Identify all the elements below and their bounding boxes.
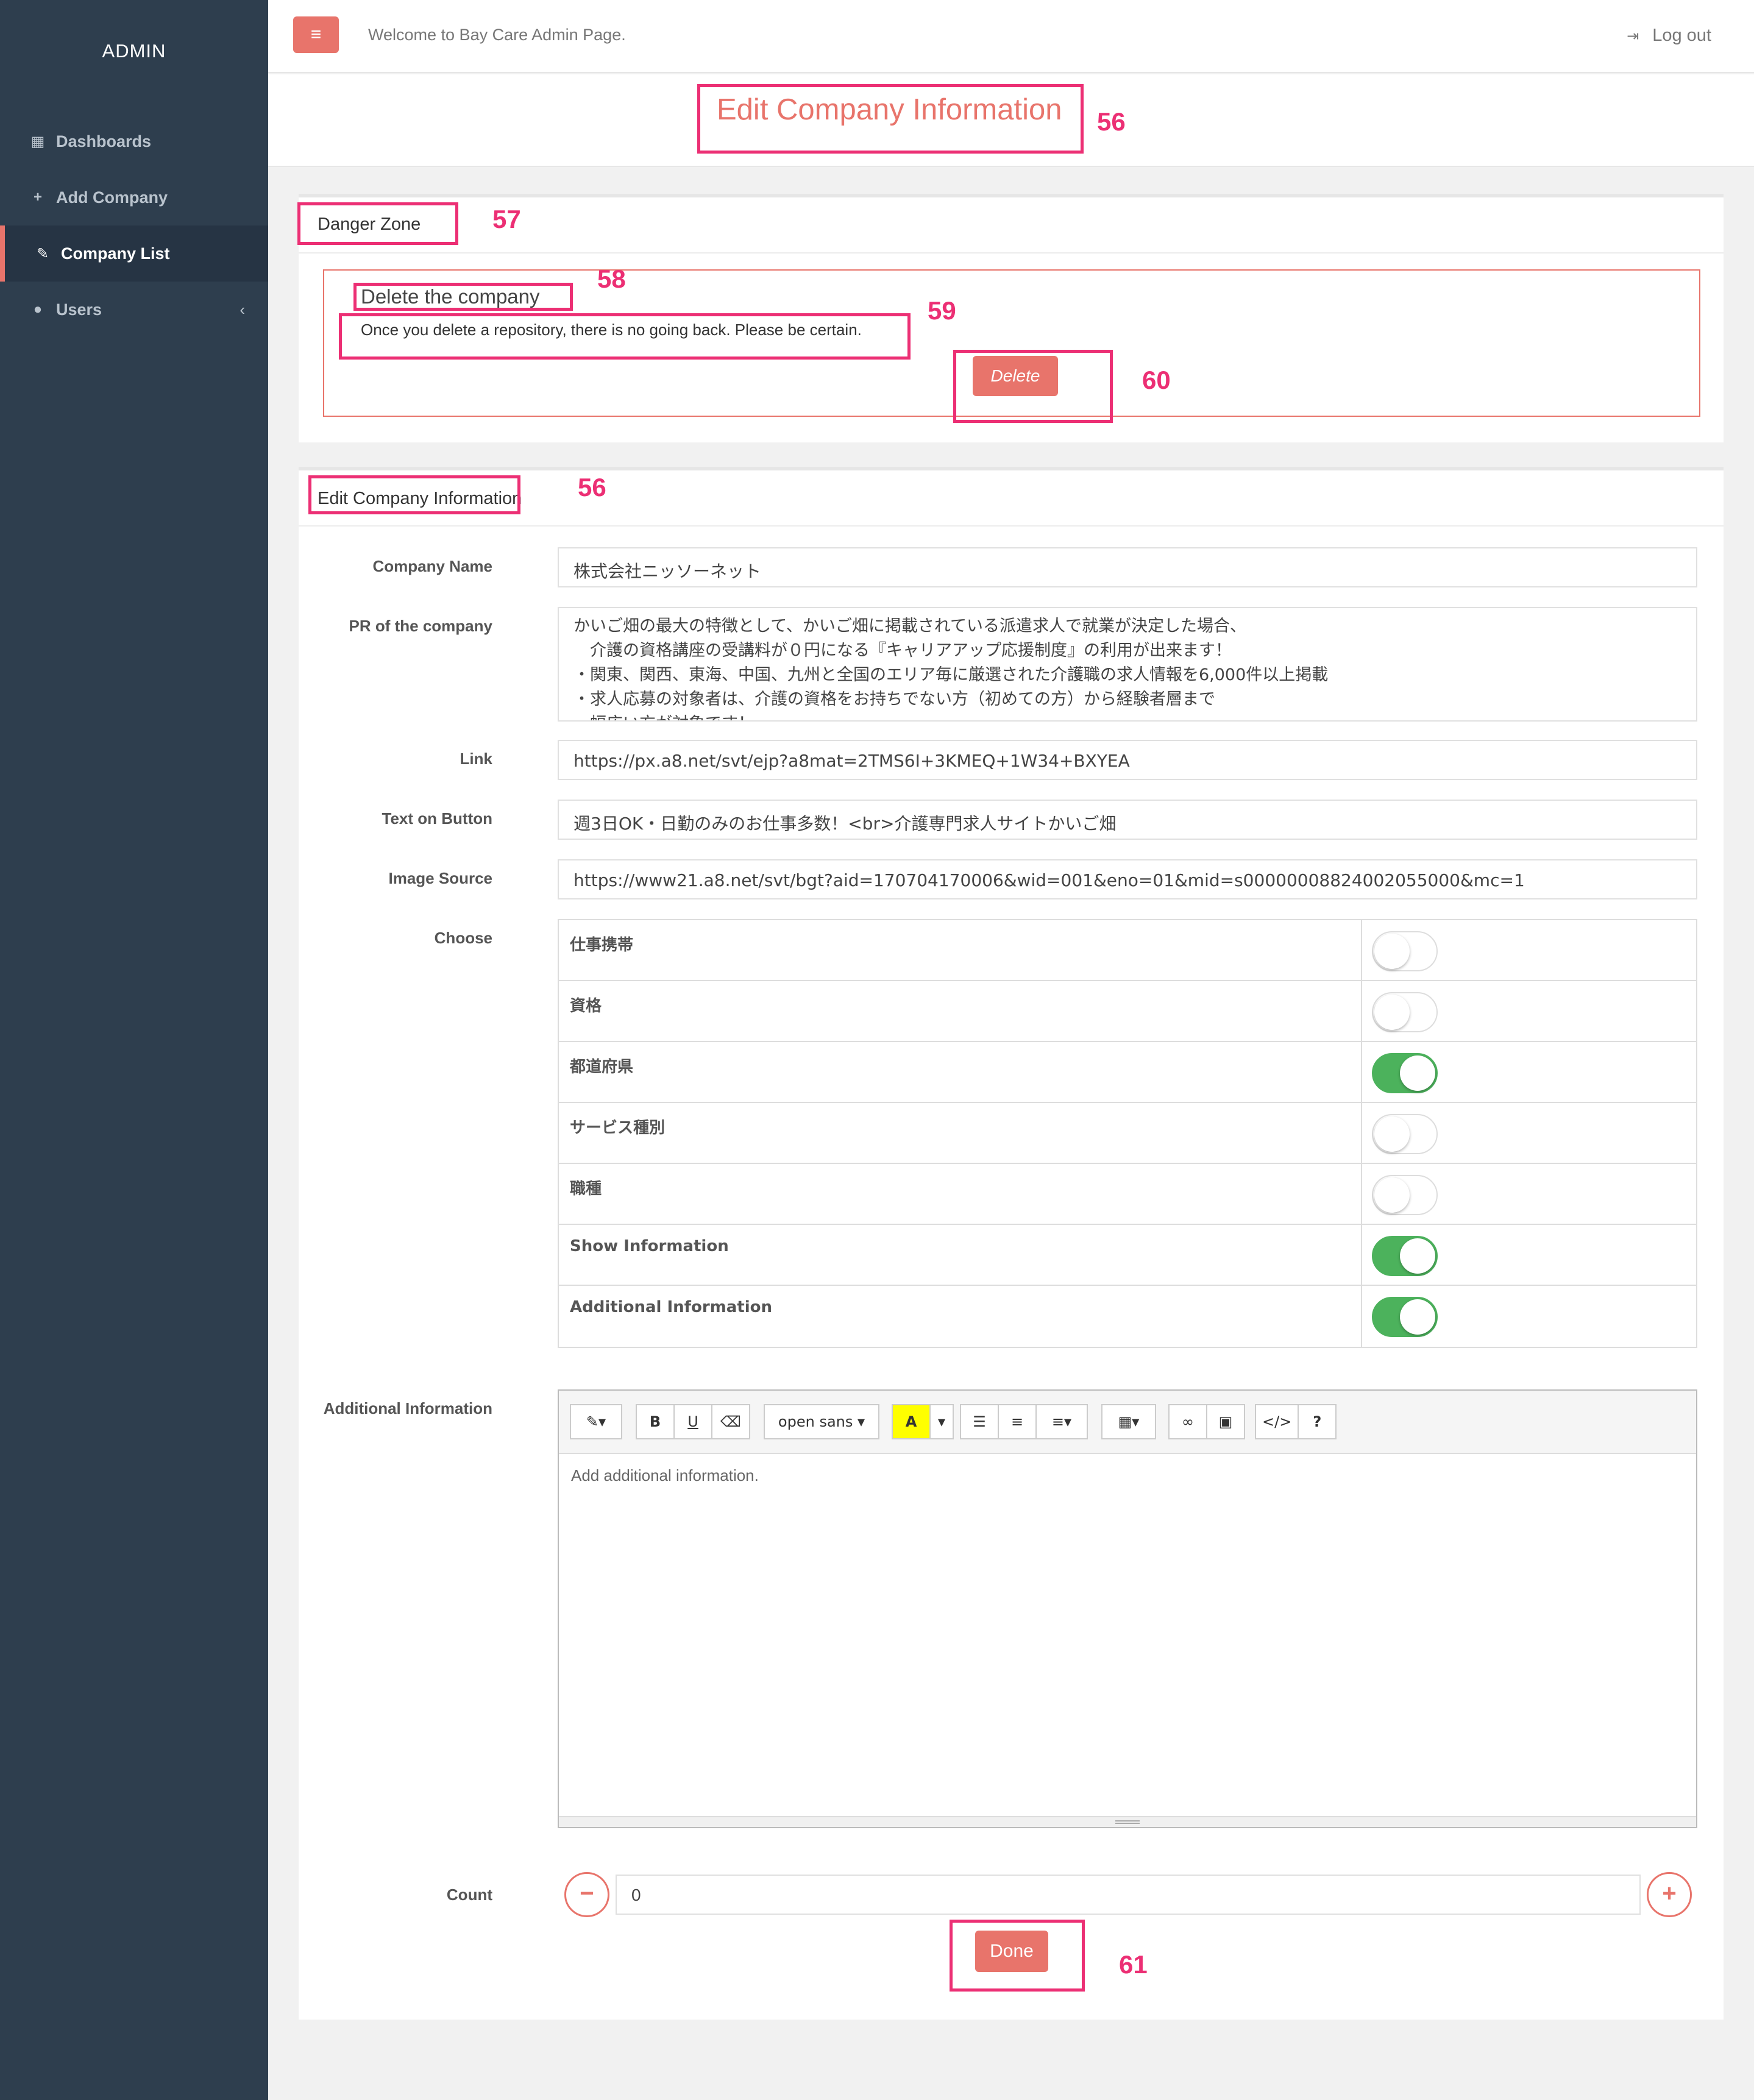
color-dropdown-icon[interactable]: ▾ [929,1404,954,1439]
choice-toggle[interactable] [1372,992,1438,1032]
count-input[interactable]: 0 [616,1875,1641,1915]
plus-icon: + [33,189,42,205]
bullet-list-icon[interactable]: ☰ [960,1404,999,1439]
welcome-text: Welcome to Bay Care Admin Page. [368,26,626,44]
choose-table: 仕事携帯 資格 都道府県 サービス種別 職種 Show Information … [558,919,1697,1348]
user-icon: ● [33,301,43,317]
count-decrement-button[interactable]: − [564,1872,609,1917]
choice-row: 資格 [559,981,1696,1042]
underline-icon[interactable]: U [673,1404,712,1439]
bold-icon[interactable]: B [636,1404,675,1439]
annotation-number: 56 [578,473,606,502]
annotation-number: 61 [1119,1950,1148,1979]
button-text-input[interactable]: 週3日OK・日勤のみのお仕事多数！<br>介護専門求人サイトかいご畑 [558,800,1697,840]
choice-row: Additional Information [559,1286,1696,1347]
choice-label: 職種 [559,1164,1362,1224]
choice-label: 資格 [559,981,1362,1041]
pr-textarea[interactable]: かいご畑の最大の特徴として、かいご畑に掲載されている派遣求人で就業が決定した場合… [558,607,1697,722]
choice-label: サービス種別 [559,1103,1362,1163]
code-view-icon[interactable]: </> [1255,1404,1299,1439]
choice-label: 都道府県 [559,1042,1362,1102]
additional-info-label: Additional Information [323,1399,492,1417]
link-input[interactable]: https://px.a8.net/svt/ejp?a8mat=2TMS6I+3… [558,740,1697,780]
editor-placeholder[interactable]: Add additional information. [571,1466,759,1485]
choice-label: 仕事携帯 [559,920,1362,980]
annotation-box [297,202,458,245]
annotation-box [697,84,1084,154]
table-icon[interactable]: ▦▾ [1101,1404,1156,1439]
choice-toggle[interactable] [1372,931,1438,971]
image-icon[interactable]: ▣ [1206,1404,1245,1439]
edit-icon: ✎ [36,245,49,262]
count-label: Count [446,1885,492,1904]
annotation-box [308,475,520,514]
annotation-box [353,283,573,311]
eraser-icon[interactable]: ⌫ [711,1404,750,1439]
hamburger-icon: ≡ [310,24,322,44]
sidebar-item-company-list[interactable]: ✎ Company List [0,225,268,282]
choice-row: Show Information [559,1225,1696,1286]
dashboard-icon: ▦ [30,133,45,150]
sidebar: ADMIN ▦ Dashboards + Add Company ✎ Compa… [0,0,268,2100]
choice-label: Show Information [559,1225,1362,1285]
align-icon[interactable]: ≡▾ [1035,1404,1088,1439]
numbered-list-icon[interactable]: ≡ [998,1404,1037,1439]
link-label: Link [460,750,492,768]
edit-company-panel: Edit Company Information Company Name 株式… [299,467,1724,2020]
annotation-number: 59 [928,296,956,325]
logout-label: Log out [1652,26,1711,45]
editor-resize-handle[interactable] [559,1816,1696,1827]
choice-row: 仕事携帯 [559,920,1696,981]
annotation-number: 58 [597,264,626,293]
pr-label: PR of the company [349,617,492,635]
top-bar: ≡ Welcome to Bay Care Admin Page. ⇥ Log … [268,0,1754,73]
sidebar-item-dashboards[interactable]: ▦ Dashboards [0,113,268,169]
annotation-number: 60 [1142,366,1171,394]
brand-logo: ADMIN [102,40,166,62]
choice-row: 都道府県 [559,1042,1696,1103]
choose-label: Choose [434,929,492,947]
chevron-left-icon: ‹ [240,300,245,319]
choice-label: Additional Information [559,1286,1362,1347]
choice-row: サービス種別 [559,1103,1696,1164]
choice-toggle[interactable] [1372,1297,1438,1337]
text-color-icon[interactable]: A [892,1404,931,1439]
editor-toolbar: ✎▾ B U ⌫ open sans ▾ A ▾ ☰ ≡ ≡▾ ▦▾ ∞ ▣ <… [559,1391,1696,1454]
annotation-box [339,313,911,360]
company-name-input[interactable]: 株式会社ニッソーネット [558,547,1697,587]
logout-icon: ⇥ [1627,28,1639,44]
magic-style-icon[interactable]: ✎▾ [570,1404,622,1439]
logout-link[interactable]: ⇥ Log out [1627,26,1711,46]
sidebar-item-users[interactable]: ● Users ‹ [0,282,268,338]
annotation-box [950,1920,1085,1992]
button-text-label: Text on Button [382,809,492,828]
annotation-box [953,350,1113,423]
link-icon[interactable]: ∞ [1168,1404,1207,1439]
sidebar-item-label: Dashboards [56,132,152,151]
choice-row: 職種 [559,1164,1696,1225]
image-source-input[interactable]: https://www21.a8.net/svt/bgt?aid=1707041… [558,859,1697,899]
company-name-label: Company Name [372,557,493,575]
sidebar-item-add-company[interactable]: + Add Company [0,169,268,225]
rich-text-editor: ✎▾ B U ⌫ open sans ▾ A ▾ ☰ ≡ ≡▾ ▦▾ ∞ ▣ <… [558,1389,1697,1828]
count-increment-button[interactable]: + [1647,1872,1692,1917]
sidebar-item-label: Users [56,300,102,319]
annotation-number: 57 [492,205,521,233]
image-source-label: Image Source [388,869,492,887]
choice-toggle[interactable] [1372,1175,1438,1215]
font-family-select[interactable]: open sans ▾ [764,1404,879,1439]
choice-toggle[interactable] [1372,1053,1438,1093]
choice-toggle[interactable] [1372,1236,1438,1276]
choice-toggle[interactable] [1372,1114,1438,1154]
sidebar-item-label: Company List [61,244,170,263]
menu-toggle-button[interactable]: ≡ [293,16,339,53]
annotation-number: 56 [1097,107,1126,136]
help-icon[interactable]: ? [1298,1404,1337,1439]
sidebar-item-label: Add Company [56,188,168,207]
